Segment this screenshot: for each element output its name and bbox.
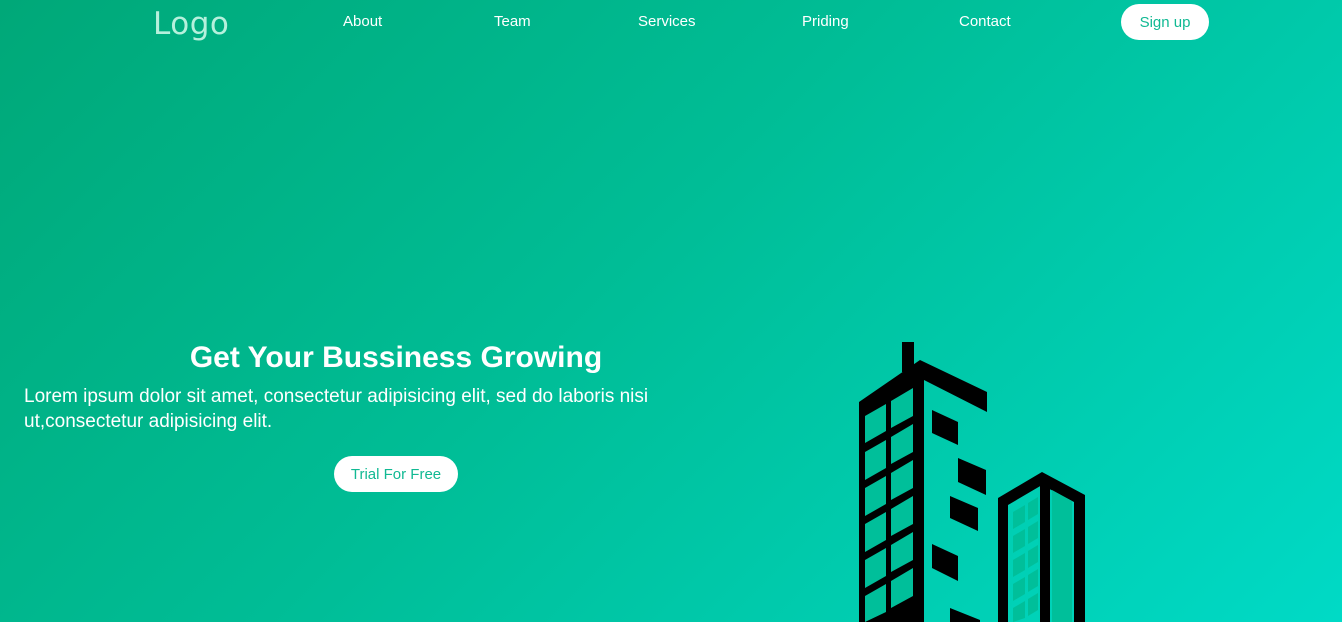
hero-description: Lorem ipsum dolor sit amet, consectetur … bbox=[24, 386, 649, 432]
nav-link-team[interactable]: Team bbox=[494, 13, 531, 30]
buildings-icon bbox=[859, 342, 1085, 622]
nav-link-about[interactable]: About bbox=[343, 13, 382, 30]
logo[interactable]: Logo bbox=[153, 6, 229, 42]
nav-link-priding[interactable]: Priding bbox=[802, 13, 849, 30]
nav-link-contact[interactable]: Contact bbox=[959, 13, 1011, 30]
trial-button[interactable]: Trial For Free bbox=[334, 456, 458, 492]
hero-title: Get Your Bussiness Growing bbox=[189, 341, 603, 374]
nav-link-services[interactable]: Services bbox=[638, 13, 696, 30]
signup-button[interactable]: Sign up bbox=[1121, 4, 1209, 40]
